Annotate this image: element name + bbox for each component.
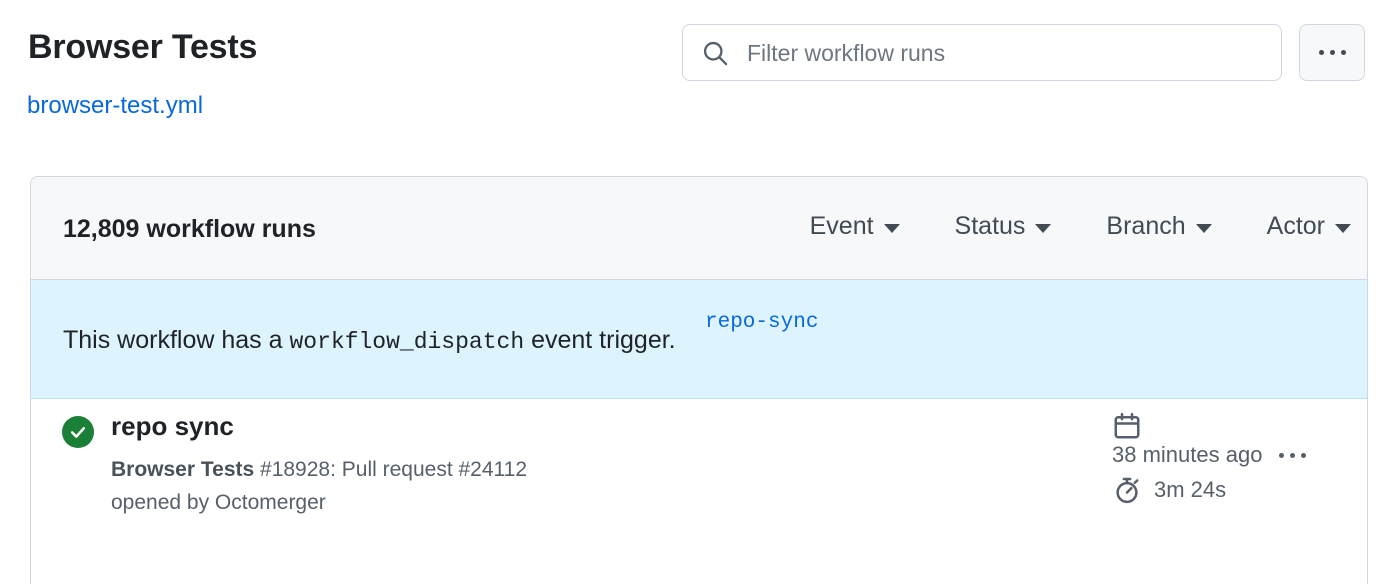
workflow-file-link[interactable]: browser-test.yml xyxy=(27,91,203,121)
filter-branch-label: Branch xyxy=(1106,210,1185,242)
run-meta-line-1: Browser Tests #18928: Pull request #2411… xyxy=(111,453,527,486)
workflow-runs-page: Browser Tests browser-test.yml Filter wo… xyxy=(0,0,1384,584)
filter-branch-dropdown[interactable]: Branch xyxy=(1106,210,1211,242)
search-input[interactable]: Filter workflow runs xyxy=(682,24,1282,81)
search-placeholder: Filter workflow runs xyxy=(747,39,945,67)
run-meta-line-2: opened by Octomerger xyxy=(111,486,326,519)
run-workflow-name: Browser Tests xyxy=(111,458,254,481)
page-overflow-menu-button[interactable] xyxy=(1299,24,1365,81)
kebab-horizontal-icon xyxy=(1279,453,1284,458)
stopwatch-icon xyxy=(1112,475,1142,505)
dispatch-event-code: workflow_dispatch xyxy=(289,329,524,355)
run-timestamp: 38 minutes ago xyxy=(1112,441,1262,469)
workflow-runs-count: 12,809 workflow runs xyxy=(63,213,316,245)
filter-dropdowns: Event Status Branch Actor xyxy=(755,210,1351,242)
filter-status-label: Status xyxy=(955,210,1026,242)
calendar-icon xyxy=(1112,411,1142,441)
run-duration: 3m 24s xyxy=(1154,476,1226,504)
kebab-horizontal-icon xyxy=(1301,453,1306,458)
filter-event-dropdown[interactable]: Event xyxy=(810,210,900,242)
filter-actor-label: Actor xyxy=(1267,210,1325,242)
workflow-dispatch-banner: This workflow has a workflow_dispatch ev… xyxy=(31,280,1367,399)
check-circle-icon xyxy=(62,416,94,448)
kebab-horizontal-icon xyxy=(1290,453,1295,458)
dispatch-text-before: This workflow has a xyxy=(63,326,283,354)
search-icon xyxy=(701,39,729,67)
kebab-horizontal-icon xyxy=(1330,50,1335,55)
run-title-link[interactable]: repo sync xyxy=(111,409,234,443)
chevron-down-icon xyxy=(1335,224,1351,233)
run-branch-badge[interactable]: repo-sync xyxy=(691,305,832,339)
run-meta-detail: #18928: Pull request #24112 xyxy=(260,458,527,481)
page-title: Browser Tests xyxy=(28,26,257,68)
workflow-dispatch-message: This workflow has a workflow_dispatch ev… xyxy=(63,323,676,359)
kebab-horizontal-icon xyxy=(1319,50,1324,55)
filter-event-label: Event xyxy=(810,210,874,242)
run-overflow-menu-button[interactable] xyxy=(1276,453,1309,458)
run-calendar-row xyxy=(1112,411,1362,441)
filter-actor-dropdown[interactable]: Actor xyxy=(1267,210,1351,242)
run-right-column: 38 minutes ago xyxy=(1112,407,1362,505)
table-row[interactable]: repo sync Browser Tests #18928: Pull req… xyxy=(31,399,1367,584)
chevron-down-icon xyxy=(884,224,900,233)
chevron-down-icon xyxy=(1196,224,1212,233)
run-timestamp-row: 38 minutes ago xyxy=(1112,441,1362,469)
kebab-horizontal-icon xyxy=(1341,50,1346,55)
filter-status-dropdown[interactable]: Status xyxy=(955,210,1052,242)
dispatch-text-after: event trigger. xyxy=(531,326,676,354)
chevron-down-icon xyxy=(1035,224,1051,233)
workflow-runs-card: 12,809 workflow runs Event Status Branch… xyxy=(30,176,1368,584)
runs-toolbar: 12,809 workflow runs Event Status Branch… xyxy=(31,177,1367,280)
run-duration-row: 3m 24s xyxy=(1112,475,1362,505)
